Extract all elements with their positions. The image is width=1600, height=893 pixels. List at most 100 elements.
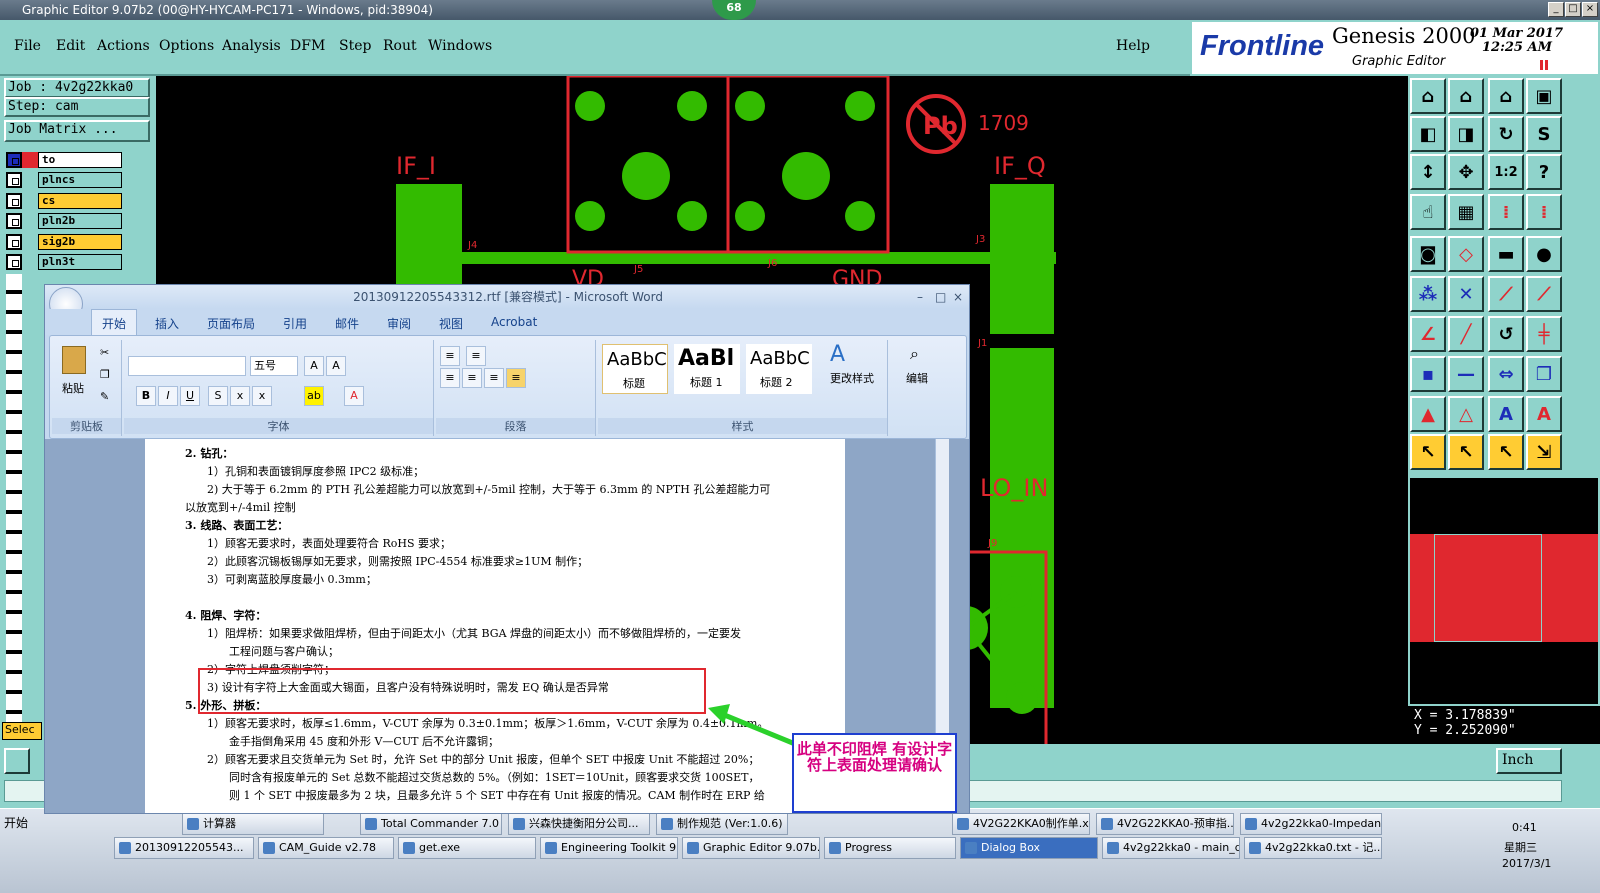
pan-right-icon[interactable]: ◨ xyxy=(1448,116,1484,152)
menu-step[interactable]: Step xyxy=(339,38,371,54)
paste-icon[interactable] xyxy=(62,346,86,374)
menu-help[interactable]: Help xyxy=(1116,38,1150,54)
menu-analysis[interactable]: Analysis xyxy=(222,38,281,54)
word-close-icon[interactable]: × xyxy=(953,285,963,309)
layer-row[interactable]: sig2b xyxy=(6,234,124,251)
font-size-input[interactable]: 五号 xyxy=(250,356,298,376)
triangle-b-icon[interactable]: △ xyxy=(1448,396,1484,432)
task-review[interactable]: 4V2G22KKA0-预审指... xyxy=(1096,813,1234,835)
layer-checkbox[interactable] xyxy=(6,213,22,229)
tab-insert[interactable]: 插入 xyxy=(155,315,179,332)
style-heading1[interactable]: AaBl 标题 1 xyxy=(674,344,740,394)
shrink-font-icon[interactable]: A xyxy=(326,356,346,376)
triangle-a-icon[interactable]: ▲ xyxy=(1410,396,1446,432)
task-calculator[interactable]: 计算器 xyxy=(182,813,324,835)
menu-edit[interactable]: Edit xyxy=(56,38,85,54)
change-styles-icon[interactable]: A xyxy=(830,342,845,367)
net-alt-icon[interactable]: ⁞ xyxy=(1526,194,1562,230)
style-heading2[interactable]: AaBbC 标题 2 xyxy=(746,344,812,394)
dash-icon[interactable]: — xyxy=(1448,356,1484,392)
layer-checkbox-column[interactable] xyxy=(6,274,22,734)
task-notepad[interactable]: 4v2g22kka0.txt - 记... xyxy=(1244,837,1382,859)
net-icon[interactable]: ⁞ xyxy=(1488,194,1524,230)
tab-acrobat[interactable]: Acrobat xyxy=(491,315,537,329)
layer-checkbox[interactable] xyxy=(6,254,22,270)
line-alt-icon[interactable]: ⟋ xyxy=(1526,276,1562,312)
task-xingsen[interactable]: 兴森快捷衡阳分公司... xyxy=(508,813,650,835)
viewport-frame[interactable] xyxy=(1434,534,1542,642)
home-bottom-icon[interactable]: ⌂ xyxy=(1448,78,1484,114)
task-cam-guide[interactable]: CAM_Guide v2.78 xyxy=(258,837,394,859)
job-matrix-button[interactable]: Job Matrix ... xyxy=(4,120,150,142)
align-right-icon[interactable]: ≡ xyxy=(484,368,504,388)
word-maximize-icon[interactable]: □ xyxy=(935,285,946,309)
pad-add-icon[interactable]: ◇ xyxy=(1448,236,1484,272)
home-top-icon[interactable]: ⌂ xyxy=(1410,78,1446,114)
units-selector[interactable]: Inch xyxy=(1496,748,1562,774)
align-left-icon[interactable]: ≡ xyxy=(440,368,460,388)
layer-row[interactable]: pln2b xyxy=(6,213,124,230)
format-painter-icon[interactable]: ✎ xyxy=(100,390,109,403)
ruler-icon[interactable]: ▬ xyxy=(1488,236,1524,272)
connect-icon[interactable]: ⁂ xyxy=(1410,276,1446,312)
cut-icon[interactable]: ✂ xyxy=(100,346,109,359)
redraw-icon[interactable]: ↻ xyxy=(1488,116,1524,152)
layer-checkbox[interactable] xyxy=(6,172,22,188)
arc-icon[interactable]: ↺ xyxy=(1488,316,1524,352)
pause-icon[interactable] xyxy=(1540,60,1548,70)
snap-toggle-icon[interactable] xyxy=(4,748,30,774)
change-styles-label[interactable]: 更改样式 xyxy=(830,370,874,386)
task-get-exe[interactable]: get.exe xyxy=(398,837,536,859)
copy-icon[interactable]: ❐ xyxy=(100,368,110,381)
zoom-vertical-icon[interactable]: ↕ xyxy=(1410,154,1446,190)
close-button[interactable]: × xyxy=(1582,2,1598,17)
window-icon[interactable]: ▣ xyxy=(1526,78,1562,114)
snap-icon[interactable]: S xyxy=(1526,116,1562,152)
word-minimize-icon[interactable]: – xyxy=(917,285,923,309)
select-label[interactable]: Selec xyxy=(2,722,42,740)
edit-label[interactable]: 编辑 xyxy=(906,370,928,386)
align-center-icon[interactable]: ≡ xyxy=(462,368,482,388)
angle-icon[interactable]: ∠ xyxy=(1410,316,1446,352)
help-icon[interactable]: ? xyxy=(1526,154,1562,190)
start-button[interactable]: 开始 xyxy=(4,813,44,833)
zoom-fit-icon[interactable]: ✥ xyxy=(1448,154,1484,190)
tab-references[interactable]: 引用 xyxy=(283,315,307,332)
select-multi-icon[interactable]: ⇲ xyxy=(1526,434,1562,470)
dot-icon[interactable]: ● xyxy=(1526,236,1562,272)
task-dialog-box[interactable]: Dialog Box xyxy=(960,837,1098,859)
task-spec[interactable]: 制作规范 (Ver:1.0.6) xyxy=(656,813,788,835)
resize-icon[interactable]: ⇔ xyxy=(1488,356,1524,392)
task-graphic-editor[interactable]: Graphic Editor 9.07b... xyxy=(682,837,820,859)
task-word-doc[interactable]: 20130912205543... xyxy=(114,837,254,859)
triangle-d-icon[interactable]: A xyxy=(1526,396,1562,432)
layer-row[interactable]: to xyxy=(6,152,124,169)
tab-page-layout[interactable]: 页面布局 xyxy=(207,315,255,332)
overview-map[interactable] xyxy=(1408,476,1600,706)
underline-icon[interactable]: U xyxy=(180,386,200,406)
highlight-icon[interactable]: ab xyxy=(304,386,324,406)
style-normal[interactable]: AaBbC 标题 xyxy=(602,344,668,394)
task-toolkit[interactable]: Engineering Toolkit 9.... xyxy=(540,837,678,859)
tab-mailings[interactable]: 邮件 xyxy=(335,315,359,332)
layer-checkbox[interactable] xyxy=(6,193,22,209)
triangle-c-icon[interactable]: A xyxy=(1488,396,1524,432)
cross-icon[interactable]: ✕ xyxy=(1448,276,1484,312)
tab-review[interactable]: 审阅 xyxy=(387,315,411,332)
measure-icon[interactable]: ▪ xyxy=(1410,356,1446,392)
italic-icon[interactable]: I xyxy=(158,386,178,406)
task-main-qa[interactable]: 4v2g22kka0 - main_qa xyxy=(1102,837,1240,859)
task-total-commander[interactable]: Total Commander 7.0 ... xyxy=(360,813,502,835)
menu-rout[interactable]: Rout xyxy=(383,38,417,54)
select-box-icon[interactable]: ↖ xyxy=(1448,434,1484,470)
line-icon[interactable]: ⟋ xyxy=(1488,276,1524,312)
maximize-button[interactable]: □ xyxy=(1565,2,1581,17)
grow-font-icon[interactable]: A xyxy=(304,356,324,376)
font-color-icon[interactable]: A xyxy=(344,386,364,406)
select-net-icon[interactable]: ↖ xyxy=(1488,434,1524,470)
font-name-input[interactable] xyxy=(128,356,246,376)
tab-home[interactable]: 开始 xyxy=(91,309,138,337)
select-arrow-icon[interactable]: ↖ xyxy=(1410,434,1446,470)
clock-time[interactable]: 0:41 xyxy=(1512,821,1537,834)
paste-label[interactable]: 粘贴 xyxy=(62,380,84,396)
